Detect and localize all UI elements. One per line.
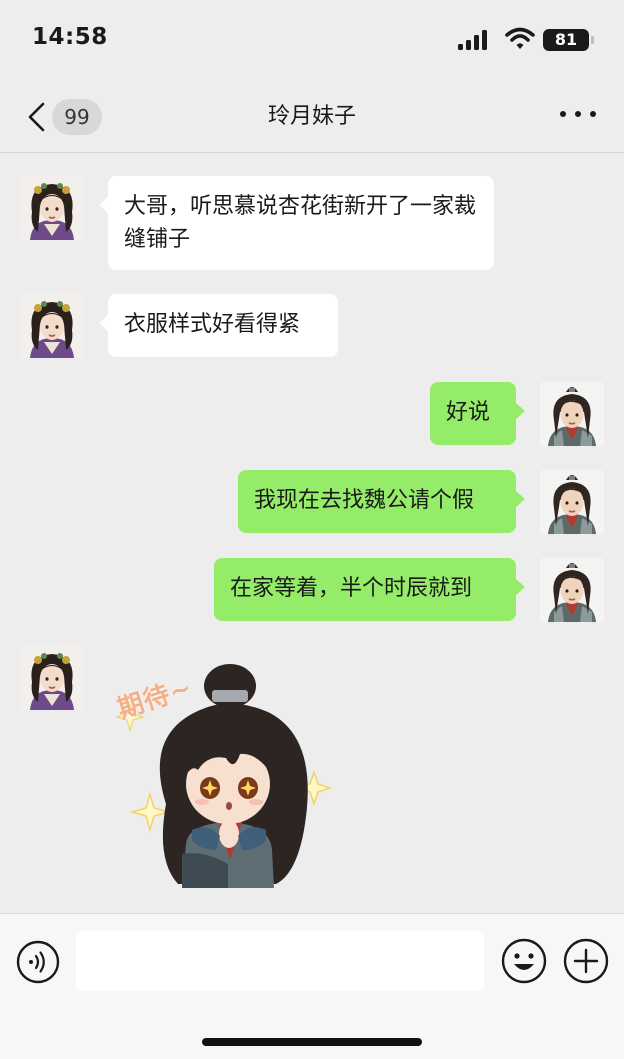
battery-icon: 81 [543,29,595,51]
more-functions-button[interactable] [563,938,609,984]
battery-level: 81 [543,29,589,51]
outgoing-message[interactable]: 我现在去找魏公请个假 [238,470,525,533]
my-avatar[interactable] [540,558,604,622]
chevron-left-icon [28,102,45,132]
nav-bar: 玲月妹子 99 [0,80,624,153]
my-avatar[interactable] [540,382,604,446]
my-avatar[interactable] [540,470,604,534]
signal-icon [458,30,487,50]
emoji-button[interactable] [501,938,547,984]
sticker-message[interactable]: 期待~ [108,654,338,894]
wifi-icon [505,27,535,49]
outgoing-message[interactable]: 在家等着，半个时辰就到 [214,558,525,621]
incoming-message[interactable]: 大哥，听思慕说杏花街新开了一家裁缝铺子 [99,176,494,270]
contact-avatar[interactable] [20,176,84,240]
incoming-message[interactable]: 衣服样式好看得紧 [99,294,338,357]
more-options-button[interactable] [556,104,600,124]
status-bar: 14:58 81 [0,0,624,80]
contact-avatar[interactable] [20,646,84,710]
home-indicator [202,1038,422,1046]
message-input[interactable] [76,931,484,991]
contact-avatar[interactable] [20,294,84,358]
status-time: 14:58 [32,24,108,50]
input-bar [0,913,624,1059]
outgoing-message[interactable]: 好说 [430,382,525,445]
back-button[interactable]: 99 [26,98,106,136]
voice-input-button[interactable] [16,940,60,984]
unread-badge: 99 [52,99,102,135]
